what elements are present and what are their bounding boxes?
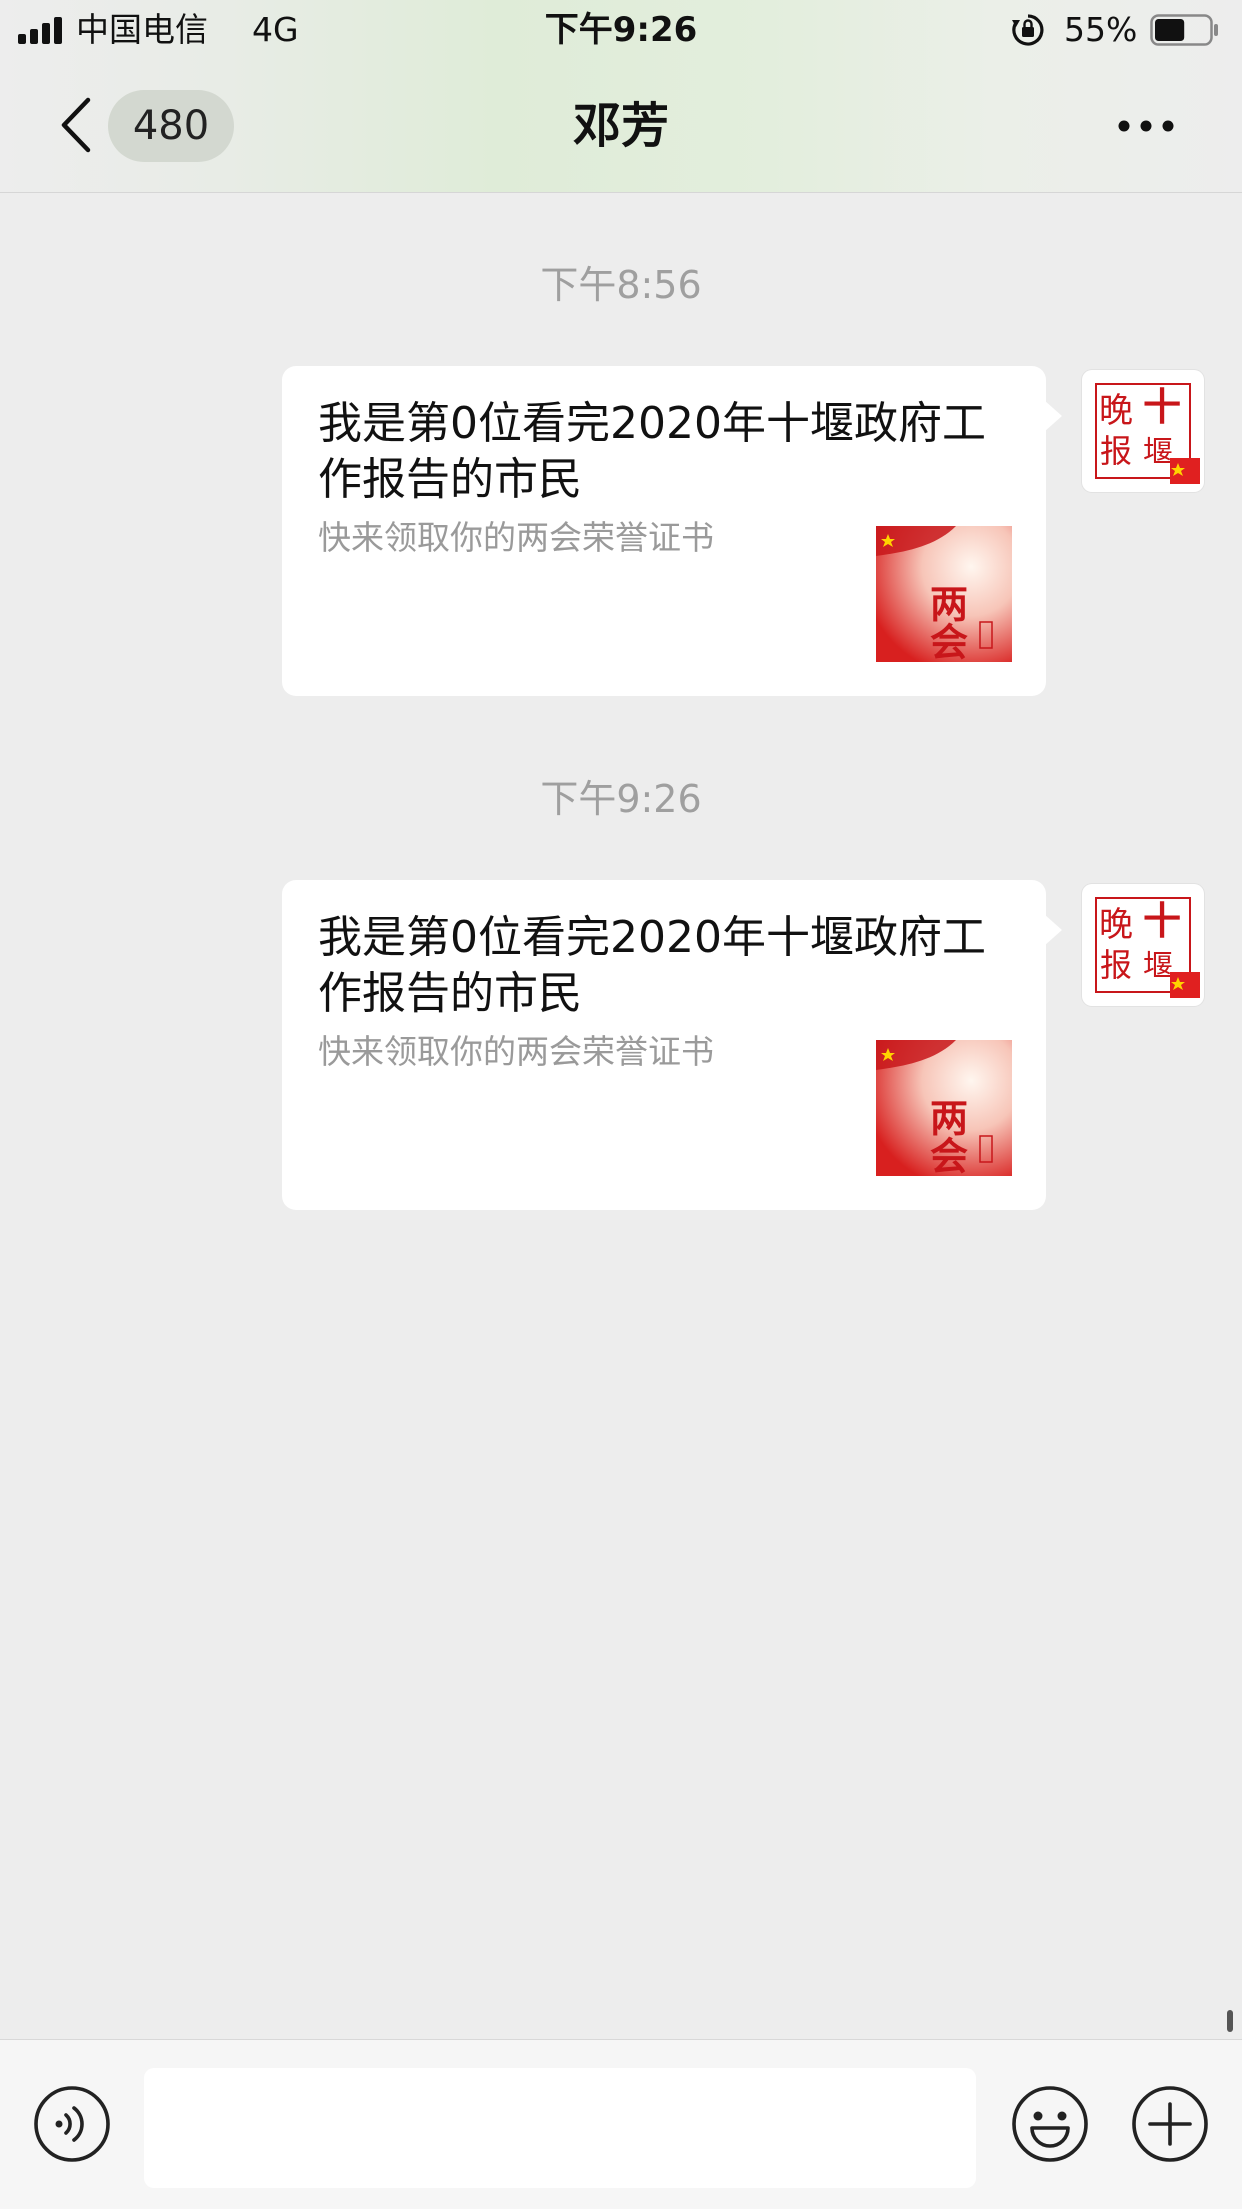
card-title: 我是第0位看完2020年十堰政府工作报告的市民 bbox=[318, 398, 986, 505]
battery-percent: 55% bbox=[1064, 10, 1138, 49]
avatar-char-1: 晚 bbox=[1099, 905, 1133, 945]
voice-icon[interactable] bbox=[32, 2084, 112, 2164]
emoji-icon[interactable] bbox=[1010, 2084, 1090, 2164]
message-timestamp: 下午9:26 bbox=[540, 777, 702, 821]
plus-icon[interactable] bbox=[1130, 2084, 1210, 2164]
link-card-message[interactable]: 我是第0位看完2020年十堰政府工作报告的市民 快来领取你的两会荣誉证书 两会 bbox=[282, 366, 1062, 696]
avatar-char-2: 十 bbox=[1143, 898, 1181, 943]
more-dots-icon[interactable] bbox=[1116, 114, 1176, 138]
card-thumbnail: 两会 bbox=[876, 1040, 1012, 1176]
avatar[interactable]: 晚 十 报 堰 bbox=[1082, 370, 1204, 492]
battery-icon bbox=[1150, 14, 1218, 46]
avatar-char-1: 晚 bbox=[1099, 391, 1133, 431]
avatar[interactable]: 晚 十 报 堰 bbox=[1082, 884, 1204, 1006]
input-bar bbox=[0, 2039, 1242, 2209]
message-timestamp: 下午8:56 bbox=[540, 263, 702, 307]
card-description: 快来领取你的两会荣誉证书 bbox=[318, 1032, 714, 1071]
thumb-text: 两会 bbox=[924, 1098, 969, 1174]
status-bar: 中国电信 4G 下午9:26 55% bbox=[0, 0, 1242, 62]
avatar-char-3: 报 bbox=[1100, 432, 1132, 470]
status-time: 下午9:26 bbox=[544, 10, 698, 50]
top-bar: 中国电信 4G 下午9:26 55% 480 邓芳 bbox=[0, 0, 1242, 193]
card-description: 快来领取你的两会荣誉证书 bbox=[318, 518, 714, 557]
message-input[interactable] bbox=[144, 2068, 976, 2188]
avatar-char-2: 十 bbox=[1143, 384, 1181, 429]
rotation-lock-icon bbox=[1012, 14, 1044, 46]
page-title: 邓芳 bbox=[572, 98, 669, 154]
chat-area[interactable]: 下午8:56 我是第0位看完2020年十堰政府工作报告的市民 快来领取你的两会荣… bbox=[0, 193, 1242, 2039]
card-thumbnail: 两会 bbox=[876, 526, 1012, 662]
avatar-char-3: 报 bbox=[1100, 946, 1132, 984]
link-card-message[interactable]: 我是第0位看完2020年十堰政府工作报告的市民 快来领取你的两会荣誉证书 两会 bbox=[282, 880, 1062, 1210]
avatar-char-4: 堰 bbox=[1143, 435, 1173, 470]
chat-header: 480 邓芳 bbox=[0, 62, 1242, 192]
scroll-indicator[interactable] bbox=[1227, 2010, 1233, 2032]
card-title: 我是第0位看完2020年十堰政府工作报告的市民 bbox=[318, 912, 986, 1019]
avatar-char-4: 堰 bbox=[1143, 949, 1173, 984]
thumb-text: 两会 bbox=[924, 584, 969, 660]
